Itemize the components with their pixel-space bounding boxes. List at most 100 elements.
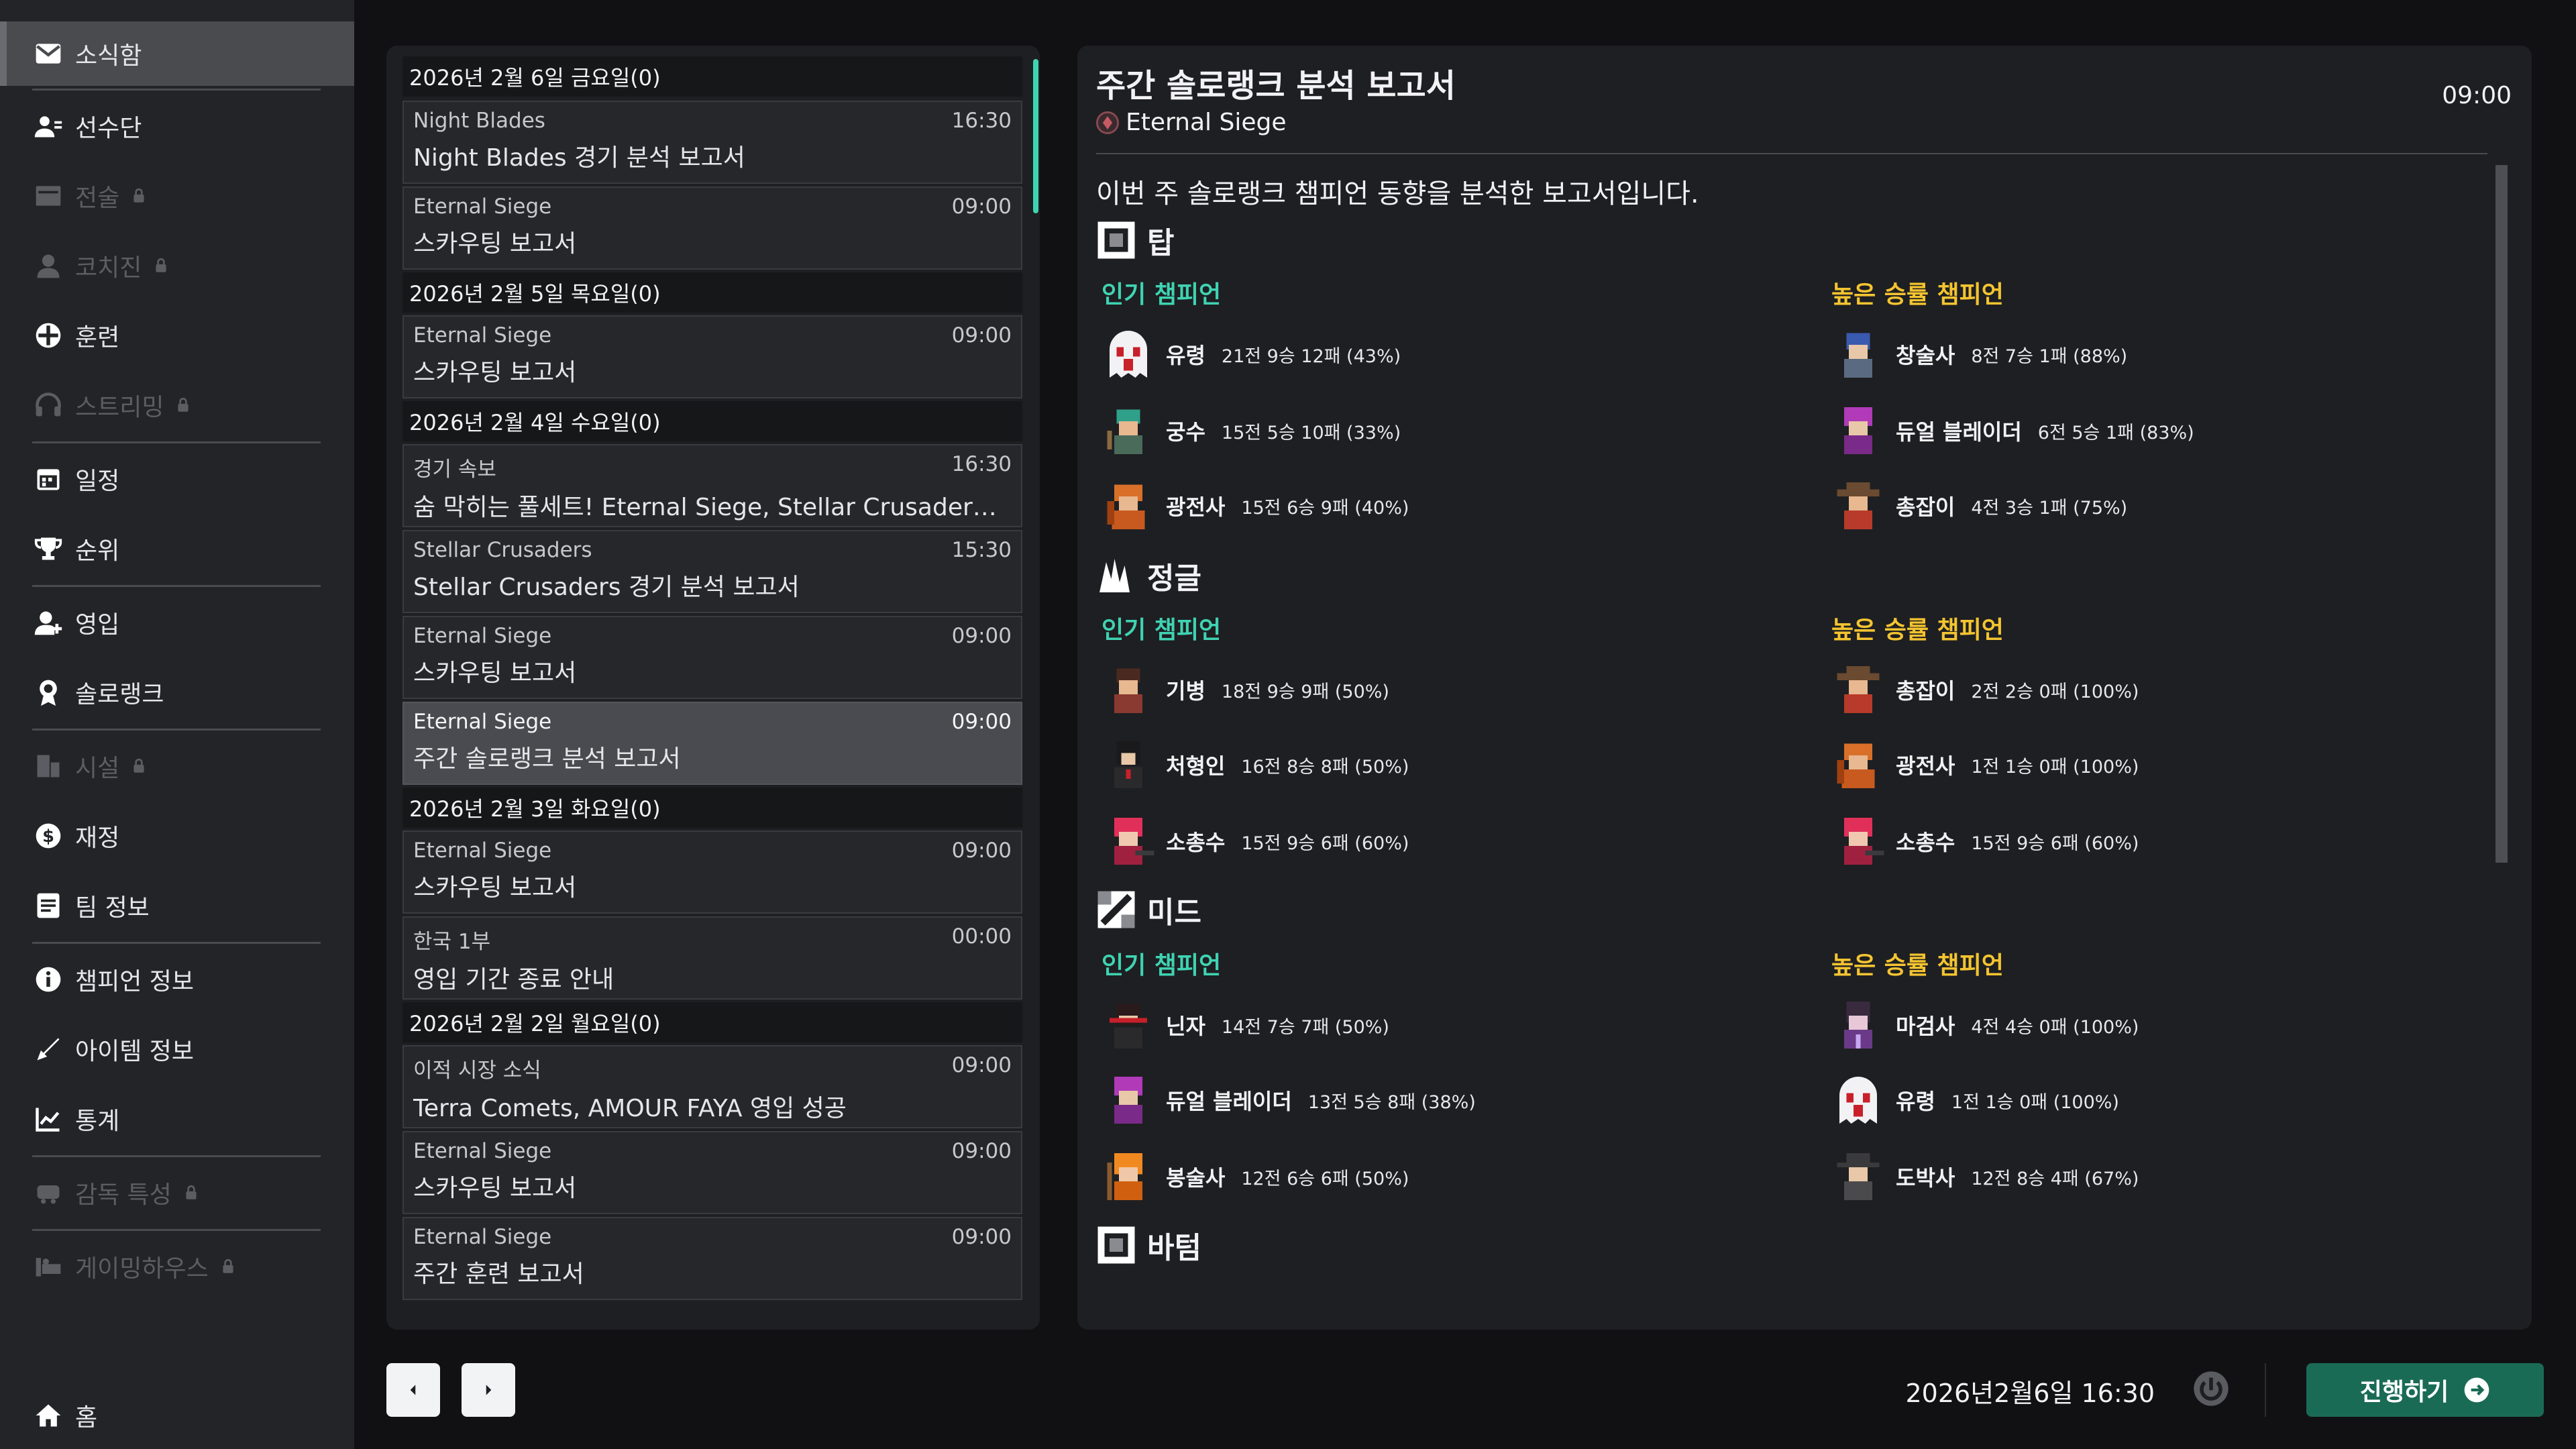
sidebar-item-roster[interactable]: 선수단 [0, 94, 354, 158]
divider [32, 89, 321, 91]
sidebar-item-standings[interactable]: 순위 [0, 517, 354, 581]
facility-icon [32, 750, 64, 782]
sidebar-item-solorank[interactable]: 솔로랭크 [0, 660, 354, 724]
sidebar-item-inbox[interactable]: 소식함 [0, 21, 354, 86]
champion-row[interactable]: 듀얼 블레이더 13전 5승 8패 (38%) [1100, 1067, 1476, 1134]
coach-icon [32, 250, 64, 282]
sidebar-item-manager-traits[interactable]: 감독 특성 [0, 1161, 354, 1225]
champion-name: 도박사 [1896, 1165, 1955, 1191]
sidebar-item-label: 시설 [75, 755, 120, 782]
sidebar-item-label: 통계 [75, 1108, 120, 1135]
champion-row[interactable]: 듀얼 블레이더 6전 5승 1패 (83%) [1830, 397, 2194, 464]
champion-row[interactable]: 소총수 15전 9승 6패 (60%) [1830, 808, 2139, 875]
champion-row[interactable]: 유령 21전 9승 12패 (43%) [1100, 321, 1401, 388]
message-item[interactable]: Eternal Siege 09:00 스카우팅 보고서 [402, 616, 1022, 699]
champion-row[interactable]: 창술사 8전 7승 1패 (88%) [1830, 321, 2127, 388]
lock-icon [182, 1184, 200, 1201]
message-item[interactable]: 경기 속보 16:30 숨 막히는 풀세트! Eternal Siege, St… [402, 444, 1022, 527]
sidebar-item-finance[interactable]: $ 재정 [0, 804, 354, 868]
message-item[interactable]: Eternal Siege 09:00 스카우팅 보고서 [402, 1131, 1022, 1214]
message-item-selected[interactable]: Eternal Siege 09:00 주간 솔로랭크 분석 보고서 [402, 702, 1022, 785]
sidebar-item-home[interactable]: 홈 [0, 1383, 354, 1448]
dual-blader-avatar [1114, 1077, 1142, 1124]
divider [32, 1229, 321, 1231]
sidebar-item-schedule[interactable]: 일정 [0, 447, 354, 511]
power-icon[interactable] [2192, 1370, 2230, 1407]
champion-stat: 15전 9승 6패 (60%) [1241, 833, 1409, 854]
monk-avatar [1107, 1153, 1142, 1200]
champion-row[interactable]: 광전사 1전 1승 0패 (100%) [1830, 731, 2139, 798]
champion-row[interactable]: 유령 1전 1승 0패 (100%) [1830, 1067, 2119, 1134]
detail-time: 09:00 [2442, 82, 2512, 109]
top-lane-icon [1097, 221, 1135, 259]
message-item[interactable]: Night Blades 16:30 Night Blades 경기 분석 보고… [402, 101, 1022, 184]
message-title: 숨 막히는 풀세트! Eternal Siege, Stellar Crusad… [413, 494, 1004, 521]
sidebar-item-label: 챔피언 정보 [75, 968, 195, 996]
champion-row[interactable]: 광전사 15전 6승 9패 (40%) [1100, 472, 1409, 539]
message-item[interactable]: Eternal Siege 09:00 스카우팅 보고서 [402, 315, 1022, 398]
champion-stat: 15전 9승 6패 (60%) [1971, 833, 2139, 854]
message-title: 주간 솔로랭크 분석 보고서 [413, 745, 681, 773]
prev-page-button[interactable] [386, 1363, 440, 1417]
sidebar-item-team-info[interactable]: 팀 정보 [0, 873, 354, 938]
sidebar-item-gaming-house[interactable]: 게이밍하우스 [0, 1234, 354, 1299]
sidebar-item-label: 순위 [75, 537, 120, 565]
message-item[interactable]: 이적 시장 소식 09:00 Terra Comets, AMOUR FAYA … [402, 1045, 1022, 1128]
message-item[interactable]: 한국 1부 00:00 영입 기간 종료 안내 [402, 916, 1022, 1000]
sidebar-item-facility[interactable]: 시설 [0, 734, 354, 798]
popular-champions-heading: 인기 챔피언 [1102, 281, 1222, 309]
cavalry-avatar [1114, 668, 1142, 713]
champion-name: 듀얼 블레이더 [1896, 419, 2022, 445]
detail-sender-name: Eternal Siege [1126, 109, 1287, 136]
message-sender: Eternal Siege [413, 839, 552, 863]
roster-icon [32, 110, 64, 142]
sidebar-item-label: 일정 [75, 468, 120, 495]
message-item[interactable]: Eternal Siege 09:00 주간 훈련 보고서 [402, 1217, 1022, 1300]
sidebar-item-coaches[interactable]: 코치진 [0, 233, 354, 298]
next-page-button[interactable] [462, 1363, 515, 1417]
sidebar-item-stats[interactable]: 통계 [0, 1087, 354, 1151]
message-item[interactable]: Eternal Siege 09:00 스카우팅 보고서 [402, 830, 1022, 914]
sidebar-item-tactics[interactable]: 전술 [0, 164, 354, 228]
game-date: 2026년2월6일 16:30 [1905, 1379, 2155, 1408]
sidebar-item-recruit[interactable]: 영입 [0, 590, 354, 655]
champion-stat: 6전 5승 1패 (83%) [2037, 422, 2194, 443]
message-title: 주간 훈련 보고서 [413, 1260, 584, 1288]
executioner-avatar [1114, 741, 1142, 788]
sidebar: 소식함 선수단 전술 코치진 훈련 스트리밍 일정 순위 영입 솔로랭크 시설 … [0, 0, 354, 1449]
sidebar-item-label: 재정 [75, 824, 120, 852]
recruit-icon [32, 606, 64, 639]
champion-row[interactable]: 궁수 15전 5승 10패 (33%) [1100, 397, 1401, 464]
chevron-right-icon [486, 1385, 492, 1395]
message-item[interactable]: Stellar Crusaders 15:30 Stellar Crusader… [402, 530, 1022, 613]
sidebar-item-item-info[interactable]: 아이템 정보 [0, 1017, 354, 1081]
champion-row[interactable]: 총잡이 2전 2승 0패 (100%) [1830, 656, 2139, 723]
sidebar-item-label: 솔로랭크 [75, 681, 164, 708]
champion-row[interactable]: 도박사 12전 8승 4패 (67%) [1830, 1143, 2139, 1210]
champion-row[interactable]: 닌자 14전 7승 7패 (50%) [1100, 991, 1389, 1059]
champion-name: 궁수 [1166, 419, 1205, 445]
sidebar-item-streaming[interactable]: 스트리밍 [0, 373, 354, 437]
lock-icon [130, 757, 148, 775]
message-time: 00:00 [951, 924, 1012, 949]
champion-row[interactable]: 기병 18전 9승 9패 (50%) [1100, 656, 1389, 723]
proceed-button[interactable]: 진행하기 [2306, 1363, 2544, 1417]
champion-row[interactable]: 처형인 16전 8승 8패 (50%) [1100, 731, 1409, 798]
role-heading-top: 탑 [1096, 219, 1174, 262]
detail-scrollbar[interactable] [2496, 165, 2508, 863]
message-list-scrollbar[interactable] [1033, 59, 1038, 213]
sidebar-item-training[interactable]: 훈련 [0, 303, 354, 368]
message-item[interactable]: Eternal Siege 09:00 스카우팅 보고서 [402, 186, 1022, 270]
champion-row[interactable]: 소총수 15전 9승 6패 (60%) [1100, 808, 1409, 875]
champion-row[interactable]: 총잡이 4전 3승 1패 (75%) [1830, 472, 2127, 539]
chart-icon [32, 1103, 64, 1135]
message-sender: Stellar Crusaders [413, 538, 592, 562]
spellblade-avatar [1844, 1002, 1872, 1049]
champion-name: 유령 [1896, 1089, 1935, 1114]
champion-row[interactable]: 마검사 4전 4승 0패 (100%) [1830, 991, 2139, 1059]
winrate-champions-heading: 높은 승률 챔피언 [1831, 281, 2004, 309]
role-name: 탑 [1147, 226, 1175, 260]
sidebar-item-champion-info[interactable]: 챔피언 정보 [0, 947, 354, 1012]
champion-row[interactable]: 봉술사 12전 6승 6패 (50%) [1100, 1143, 1409, 1210]
message-time: 09:00 [951, 839, 1012, 863]
